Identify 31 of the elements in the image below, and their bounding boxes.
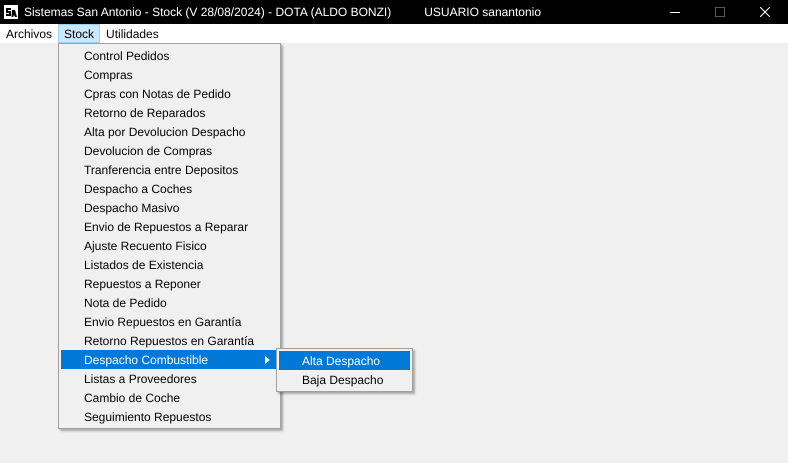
menu-item[interactable]: Ajuste Recuento Fisico — [61, 236, 278, 255]
menu-item[interactable]: Cambio de Coche — [61, 388, 278, 407]
menu-item[interactable]: Repuestos a Reponer — [61, 274, 278, 293]
menu-item[interactable]: Baja Despacho — [279, 370, 410, 389]
menu-item[interactable]: Control Pedidos — [61, 46, 278, 65]
maximize-icon[interactable] — [715, 7, 725, 17]
menu-item[interactable]: Retorno Repuestos en Garantía — [61, 331, 278, 350]
app-logo-icon — [4, 5, 18, 19]
menu-item[interactable]: Retorno de Reparados — [61, 103, 278, 122]
menu-item[interactable]: Listas a Proveedores — [61, 369, 278, 388]
menu-item[interactable]: Despacho Combustible — [61, 350, 278, 369]
user-label: USUARIO sanantonio — [424, 4, 541, 21]
menu-item[interactable]: Tranferencia entre Depositos — [61, 160, 278, 179]
close-icon[interactable] — [760, 7, 770, 17]
submenu-arrow-icon — [265, 356, 270, 364]
menu-item[interactable]: Seguimiento Repuestos — [61, 407, 278, 426]
menu-bar-item[interactable]: Stock — [58, 24, 100, 43]
menu-item[interactable]: Listados de Existencia — [61, 255, 278, 274]
menu-item[interactable]: Nota de Pedido — [61, 293, 278, 312]
menu-item[interactable]: Cpras con Notas de Pedido — [61, 84, 278, 103]
menu-item[interactable]: Alta Despacho — [279, 351, 410, 370]
menu-item[interactable]: Despacho a Coches — [61, 179, 278, 198]
menu-item[interactable]: Alta por Devolucion Despacho — [61, 122, 278, 141]
menu-item[interactable]: Envio de Repuestos a Reparar — [61, 217, 278, 236]
menu-bar-item[interactable]: Archivos — [0, 24, 58, 43]
menu-item[interactable]: Devolucion de Compras — [61, 141, 278, 160]
menu-item[interactable]: Envio Repuestos en Garantía — [61, 312, 278, 331]
window-title: Sistemas San Antonio - Stock (V 28/08/2024) - DOTA (ALDO BONZI) — [24, 4, 392, 21]
menu-item[interactable]: Compras — [61, 65, 278, 84]
menu-item[interactable]: Despacho Masivo — [61, 198, 278, 217]
menu-bar-item[interactable]: Utilidades — [100, 24, 165, 43]
